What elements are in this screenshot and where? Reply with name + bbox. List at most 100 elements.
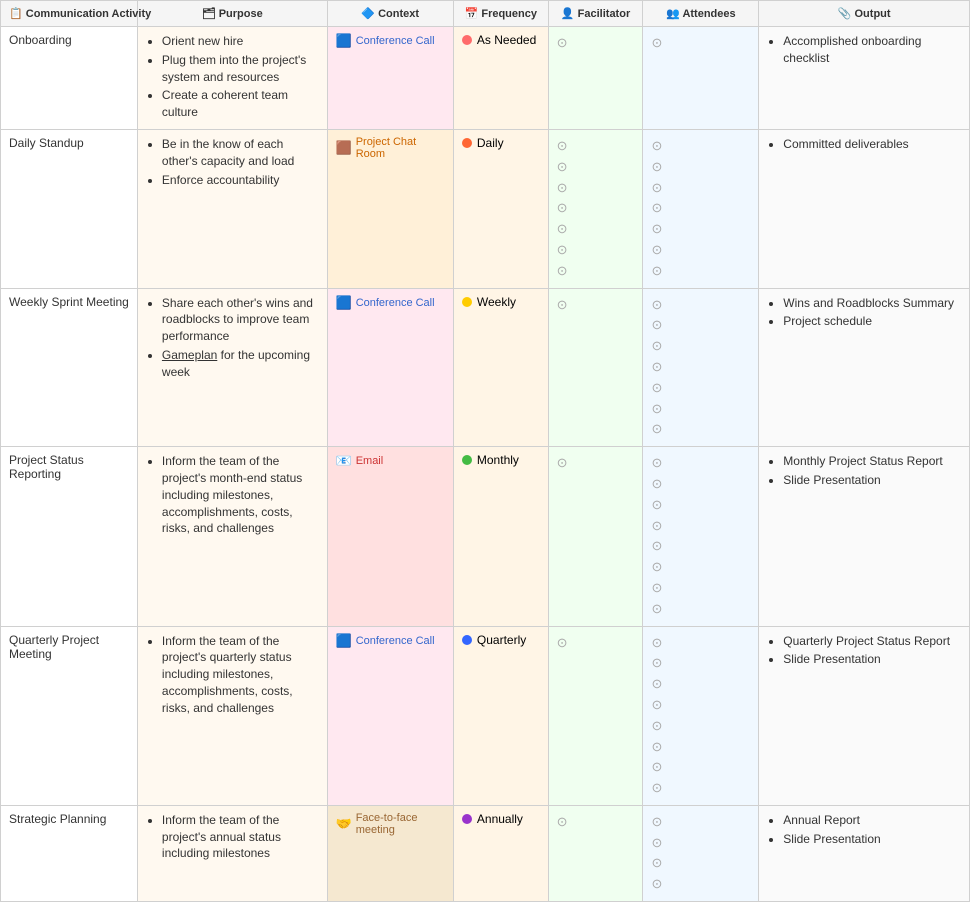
list-item: Annual Report — [783, 812, 961, 829]
freq-dot — [462, 297, 472, 307]
purpose-cell: Share each other's wins and roadblocks t… — [137, 288, 327, 447]
context-badge: 🟫 Project Chat Room — [336, 136, 445, 160]
attendees-cell: ⊙ ⊙ ⊙ ⊙ ⊙ ⊙ ⊙ — [643, 288, 759, 447]
person-icon: ⊙ — [557, 453, 635, 474]
attendee-icon: ⊙ — [651, 695, 750, 716]
activity-cell: Daily Standup — [1, 129, 138, 288]
person-icon: ⊙ — [557, 295, 635, 316]
context-icon: 🔷 — [361, 8, 375, 20]
col-header-output: 📎 Output — [759, 1, 970, 27]
list-item: Be in the know of each other's capacity … — [162, 136, 319, 170]
context-badge: 📧 Email — [336, 453, 384, 469]
list-item: Accomplished onboarding checklist — [783, 33, 961, 67]
freq-dot — [462, 35, 472, 45]
context-badge: 🟦 Conference Call — [336, 33, 435, 49]
person-icon: ⊙ — [557, 812, 635, 833]
freq-badge: Monthly — [462, 453, 519, 467]
attendees-icon: 👥 — [666, 8, 680, 20]
attendee-icon: ⊙ — [651, 812, 750, 833]
person-icon: ⊙ — [557, 261, 635, 282]
freq-badge: As Needed — [462, 33, 536, 47]
freq-badge: Daily — [462, 136, 504, 150]
list-item: Slide Presentation — [783, 651, 961, 668]
context-badge: 🤝 Face-to-face meeting — [336, 812, 445, 836]
output-icon: 📎 — [838, 8, 852, 20]
person-icon: ⊙ — [557, 178, 635, 199]
attendee-icon: ⊙ — [651, 157, 750, 178]
attendee-icon: ⊙ — [651, 336, 750, 357]
freq-dot — [462, 138, 472, 148]
list-item: Wins and Roadblocks Summary — [783, 295, 961, 312]
attendee-icon: ⊙ — [651, 357, 750, 378]
face-to-face-icon: 🤝 — [336, 816, 352, 832]
person-icon: ⊙ — [557, 240, 635, 261]
attendees-cell: ⊙ ⊙ ⊙ ⊙ ⊙ ⊙ ⊙ ⊙ — [643, 447, 759, 626]
attendees-cell: ⊙ — [643, 27, 759, 130]
attendee-icon: ⊙ — [651, 536, 750, 557]
attendees-cell: ⊙ ⊙ ⊙ ⊙ ⊙ ⊙ ⊙ — [643, 129, 759, 288]
context-cell: 🤝 Face-to-face meeting — [327, 805, 453, 901]
chat-room-icon: 🟫 — [336, 140, 352, 156]
list-item: Project schedule — [783, 313, 961, 330]
activity-cell: Quarterly Project Meeting — [1, 626, 138, 805]
attendee-icon: ⊙ — [651, 240, 750, 261]
facilitator-cell: ⊙ — [548, 27, 643, 130]
attendee-icon: ⊙ — [651, 778, 750, 799]
attendee-icon: ⊙ — [651, 516, 750, 537]
gameplan-link[interactable]: Gameplan — [162, 348, 217, 362]
email-icon: 📧 — [336, 453, 352, 469]
attendees-cell: ⊙ ⊙ ⊙ ⊙ — [643, 805, 759, 901]
output-cell: Accomplished onboarding checklist — [759, 27, 970, 130]
attendee-icon: ⊙ — [651, 136, 750, 157]
list-item: Enforce accountability — [162, 172, 319, 189]
freq-dot — [462, 455, 472, 465]
conference-call-icon: 🟦 — [336, 295, 352, 311]
frequency-cell: Annually — [453, 805, 548, 901]
list-item: Inform the team of the project's quarter… — [162, 633, 319, 717]
context-badge: 🟦 Conference Call — [336, 295, 435, 311]
table-row: Daily Standup Be in the know of each oth… — [1, 129, 970, 288]
table-row: Quarterly Project Meeting Inform the tea… — [1, 626, 970, 805]
freq-badge: Weekly — [462, 295, 516, 309]
context-cell: 📧 Email — [327, 447, 453, 626]
attendee-icon: ⊙ — [651, 833, 750, 854]
attendee-icon: ⊙ — [651, 853, 750, 874]
list-item: Slide Presentation — [783, 472, 961, 489]
activity-cell: Weekly Sprint Meeting — [1, 288, 138, 447]
attendee-icon: ⊙ — [651, 419, 750, 440]
table-row: Weekly Sprint Meeting Share each other's… — [1, 288, 970, 447]
frequency-cell: Monthly — [453, 447, 548, 626]
attendee-icon: ⊙ — [651, 453, 750, 474]
list-item: Gameplan for the upcoming week — [162, 347, 319, 381]
table-row: Strategic Planning Inform the team of th… — [1, 805, 970, 901]
conference-call-icon: 🟦 — [336, 633, 352, 649]
frequency-icon: 📅 — [465, 8, 479, 20]
frequency-cell: Daily — [453, 129, 548, 288]
col-header-frequency: 📅 Frequency — [453, 1, 548, 27]
purpose-cell: Inform the team of the project's month-e… — [137, 447, 327, 626]
activity-cell: Onboarding — [1, 27, 138, 130]
output-cell: Quarterly Project Status Report Slide Pr… — [759, 626, 970, 805]
freq-badge: Quarterly — [462, 633, 526, 647]
attendee-icon: ⊙ — [651, 315, 750, 336]
facilitator-cell: ⊙ ⊙ ⊙ ⊙ ⊙ ⊙ ⊙ — [548, 129, 643, 288]
freq-badge: Annually — [462, 812, 523, 826]
table-row: Project Status Reporting Inform the team… — [1, 447, 970, 626]
conference-call-icon: 🟦 — [336, 33, 352, 49]
frequency-cell: Weekly — [453, 288, 548, 447]
col-header-purpose: 🗂 Purpose — [137, 1, 327, 27]
attendee-icon: ⊙ — [651, 261, 750, 282]
col-header-activity: 📋 Communication Activity — [1, 1, 138, 27]
person-icon: ⊙ — [557, 157, 635, 178]
attendee-icon: ⊙ — [651, 495, 750, 516]
person-icon: ⊙ — [557, 633, 635, 654]
person-icon: ⊙ — [557, 219, 635, 240]
attendee-icon: ⊙ — [651, 716, 750, 737]
list-item: Slide Presentation — [783, 831, 961, 848]
freq-dot — [462, 814, 472, 824]
list-item: Create a coherent team culture — [162, 87, 319, 121]
attendee-icon: ⊙ — [651, 219, 750, 240]
list-item: Share each other's wins and roadblocks t… — [162, 295, 319, 345]
context-badge: 🟦 Conference Call — [336, 633, 435, 649]
list-item: Monthly Project Status Report — [783, 453, 961, 470]
